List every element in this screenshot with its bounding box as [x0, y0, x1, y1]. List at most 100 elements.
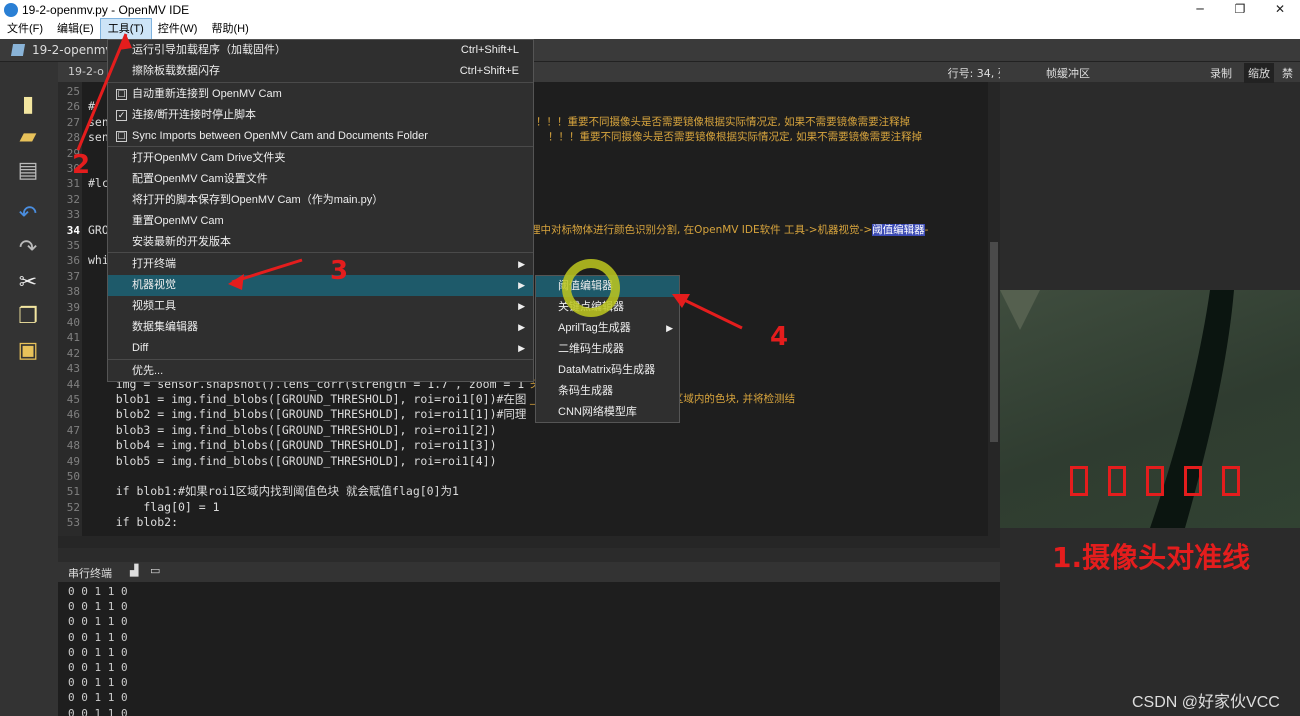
code-comment: ！！！重要不同摄像头是否需要镜像根据实际情况定, 如果不需要镜像需要注释掉: [548, 130, 922, 145]
menu-tools[interactable]: 工具(T): [99, 18, 152, 40]
close-button[interactable]: ✕: [1260, 0, 1300, 19]
menu-checkbox[interactable]: ✓: [116, 110, 127, 121]
submenu-arrow-icon: ▶: [518, 259, 525, 269]
restore-button[interactable]: ❐: [1220, 0, 1260, 19]
camera-annotation-label: 1.摄像头对准线: [1052, 541, 1251, 574]
tools-menu-item[interactable]: 优先...: [108, 361, 533, 382]
tools-menu-item[interactable]: 擦除板载数据闪存 Ctrl+Shift+E: [108, 61, 533, 82]
menu-checkbox[interactable]: ☐: [116, 89, 127, 100]
line-number: 52: [66, 500, 80, 514]
menu-edit[interactable]: 编辑(E): [50, 19, 101, 39]
minimize-button[interactable]: ─: [1180, 0, 1220, 19]
tools-menu-item[interactable]: 安装最新的开发版本: [108, 232, 533, 253]
paste-icon[interactable]: ▣: [16, 338, 40, 363]
menu-separator: [108, 359, 533, 360]
serial-terminal[interactable]: 0 0 1 1 00 0 1 1 00 0 1 1 00 0 1 1 00 0 …: [58, 582, 1000, 716]
machine-vision-item[interactable]: 条码生成器: [536, 381, 679, 402]
terminal-header: 串行终端 ▟ ▭: [58, 562, 1000, 582]
highlight-circle: [562, 259, 620, 317]
menu-item-label: Diff: [132, 342, 149, 354]
roi-box: [1070, 466, 1088, 496]
machine-vision-item[interactable]: DataMatrix码生成器: [536, 360, 679, 381]
submenu-item-label: DataMatrix码生成器: [558, 364, 656, 376]
record-button[interactable]: 录制: [1210, 65, 1232, 81]
terminal-row: 0 0 1 1 0: [68, 676, 128, 690]
copy-icon[interactable]: ❐: [16, 304, 40, 329]
tools-menu-item[interactable]: 重置OpenMV Cam: [108, 211, 533, 232]
tools-menu-item[interactable]: Diff ▶: [108, 338, 533, 359]
line-number: 32: [66, 192, 80, 206]
open-folder-icon[interactable]: ▰: [16, 124, 40, 149]
scroll-thumb[interactable]: [990, 242, 998, 442]
menu-item-label: Sync Imports between OpenMV Cam and Docu…: [132, 130, 428, 142]
comment-text: ！！！重要不同摄像头是否需要镜像根据实际情况定, 如果不需要镜像需要注释掉: [536, 115, 911, 128]
tools-menu-item[interactable]: ✓ 连接/断开连接时停止脚本: [108, 105, 533, 126]
tools-menu-item[interactable]: 数据集编辑器 ▶: [108, 317, 533, 338]
window-title: 19-2-openmv.py - OpenMV IDE: [22, 2, 190, 17]
menu-item-label: 打开终端: [132, 258, 176, 270]
terminal-row: 0 0 1 1 0: [68, 691, 128, 705]
editor-horizontal-scrollbar[interactable]: [58, 536, 988, 548]
code-line: sen: [88, 114, 109, 129]
tools-menu-dropdown: 运行引导加载程序（加载固件） Ctrl+Shift+L 擦除板载数据闪存 Ctrl+S…: [107, 39, 534, 382]
tools-menu-item[interactable]: 将打开的脚本保存到OpenMV Cam（作为main.py）: [108, 190, 533, 211]
menu-help[interactable]: 帮助(H): [204, 19, 255, 39]
camera-frame: [1000, 290, 1300, 528]
line-number: 38: [66, 285, 80, 299]
machine-vision-item[interactable]: 二维码生成器: [536, 339, 679, 360]
tools-menu-item[interactable]: 打开终端 ▶: [108, 254, 533, 275]
editor-vertical-scrollbar[interactable]: [988, 82, 1000, 548]
line-number: 36: [66, 254, 80, 268]
code-line: blob5 = img.find_blobs([GROUND_THRESHOLD…: [88, 453, 497, 468]
terminal-clear-icon[interactable]: ▟: [130, 564, 138, 577]
submenu-item-label: CNN网络模型库: [558, 406, 637, 418]
editor-file-tab[interactable]: 19-2-o: [68, 65, 104, 78]
roi-box: [1222, 466, 1240, 496]
tools-menu-item[interactable]: 配置OpenMV Cam设置文件: [108, 169, 533, 190]
tools-menu-item[interactable]: 打开OpenMV Cam Drive文件夹: [108, 148, 533, 169]
step-marker-4: 4: [770, 322, 789, 352]
line-number: 28: [66, 131, 80, 145]
line-number: 47: [66, 423, 80, 437]
cut-icon[interactable]: ✂: [16, 270, 40, 295]
zoom-button[interactable]: 缩放: [1244, 63, 1274, 83]
tools-menu-item[interactable]: ☐ Sync Imports between OpenMV Cam and Doc…: [108, 126, 533, 147]
terminal-row: 0 0 1 1 0: [68, 585, 128, 598]
menu-item-label: 安装最新的开发版本: [132, 236, 231, 248]
machine-vision-item[interactable]: AprilTag生成器 ▶: [536, 318, 679, 339]
menu-item-label: 优先...: [132, 365, 164, 377]
menu-item-label: 重置OpenMV Cam: [132, 215, 224, 227]
new-file-icon[interactable]: ▮: [16, 92, 40, 117]
machine-vision-item[interactable]: CNN网络模型库: [536, 402, 679, 423]
comment-text: 理中对标物体进行颜色识别分割, 在OpenMV IDE软件 工具->机器视觉->: [530, 223, 873, 236]
openmv-app-icon: [4, 2, 18, 17]
menu-checkbox[interactable]: ☐: [116, 131, 127, 142]
line-number: 25: [66, 85, 80, 98]
step-marker-2: 2: [72, 150, 91, 180]
code-line: #lc: [88, 176, 109, 191]
tools-menu-item[interactable]: 机器视觉 ▶: [108, 275, 533, 296]
tools-menu-item[interactable]: 运行引导加载程序（加载固件） Ctrl+Shift+L: [108, 40, 533, 61]
line-number: 51: [66, 485, 80, 499]
menu-item-label: 数据集编辑器: [132, 321, 198, 333]
menu-item-label: 打开OpenMV Cam Drive文件夹: [132, 152, 286, 164]
code-line: GRO: [88, 222, 109, 237]
submenu-arrow-icon: ▶: [518, 301, 525, 311]
step-marker-3: 3: [330, 256, 349, 286]
left-toolbar: ▮ ▰ ▤ ↶ ↷ ✂ ❐ ▣: [0, 62, 58, 716]
menu-widgets[interactable]: 控件(W): [151, 19, 205, 39]
menu-file[interactable]: 文件(F): [0, 19, 50, 39]
tools-menu-item[interactable]: ☐ 自动重新连接到 OpenMV Cam: [108, 84, 533, 105]
terminal-save-icon[interactable]: ▭: [150, 564, 160, 577]
disable-button[interactable]: 禁: [1282, 65, 1293, 81]
save-icon[interactable]: ▤: [16, 158, 40, 183]
undo-icon[interactable]: ↶: [16, 202, 40, 227]
menu-item-label: 视频工具: [132, 300, 176, 312]
line-number: 27: [66, 115, 80, 129]
redo-icon[interactable]: ↷: [16, 236, 40, 261]
terminal-title: 串行终端: [68, 567, 112, 580]
tools-menu-item[interactable]: 视频工具 ▶: [108, 296, 533, 317]
terminal-row: 0 0 1 1 0: [68, 645, 128, 659]
terminal-row: 0 0 1 1 0: [68, 706, 128, 716]
code-line: blob1 = img.find_blobs([GROUND_THRESHOLD…: [88, 392, 527, 406]
